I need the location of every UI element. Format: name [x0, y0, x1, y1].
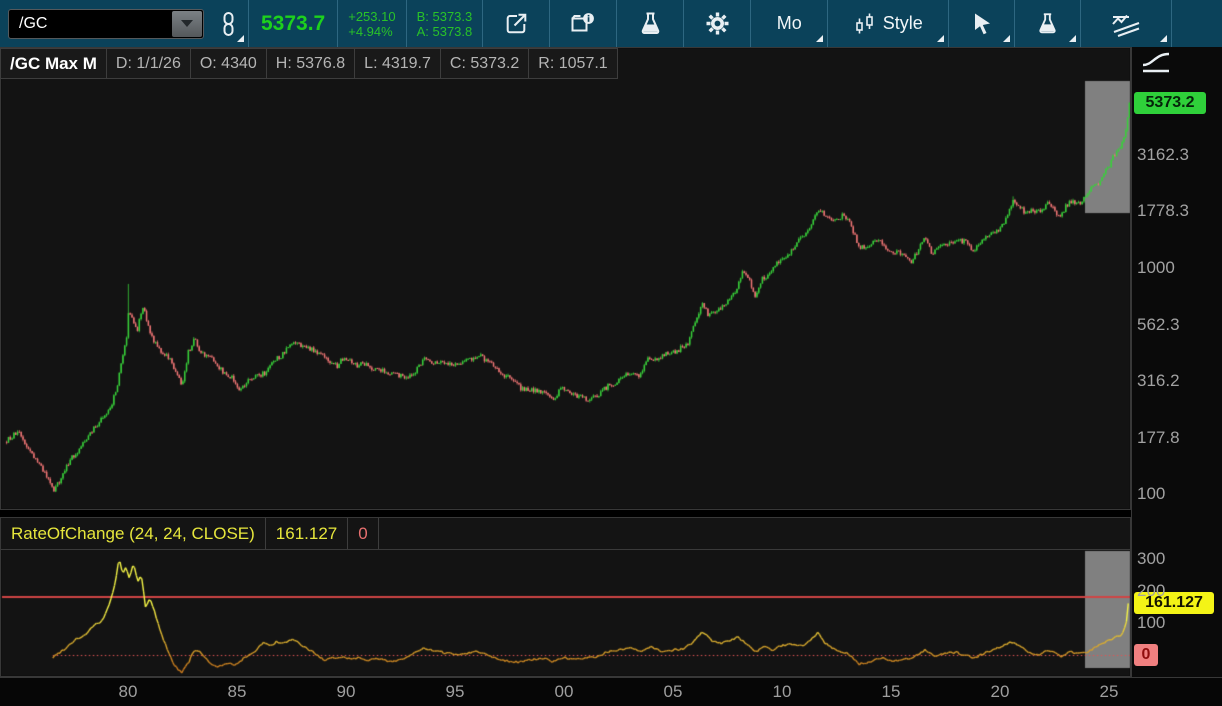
- price-axis-tick: 316.2: [1137, 371, 1180, 391]
- range-cell: R: 1057.1: [528, 48, 617, 79]
- date-cell: D: 1/1/26: [106, 48, 191, 79]
- time-axis-tick: 00: [555, 682, 574, 702]
- style-button[interactable]: Style: [828, 0, 948, 47]
- flask-icon: [637, 10, 664, 37]
- drawings-icon: [1109, 10, 1143, 38]
- price-axis-tick: 1000: [1137, 258, 1175, 278]
- percent-change: +4.94%: [348, 24, 395, 39]
- study-title[interactable]: RateOfChange (24, 24, CLOSE): [1, 518, 266, 549]
- study-value-cell: 161.127: [266, 518, 348, 549]
- timeframe-button[interactable]: Mo: [751, 0, 827, 47]
- study-axis-tick: 300: [1137, 549, 1165, 569]
- price-axis-tick: 177.8: [1137, 428, 1180, 448]
- symbol-input[interactable]: /GC: [9, 15, 47, 33]
- time-axis-tick: 85: [228, 682, 247, 702]
- share-icon: [503, 10, 530, 37]
- cursor-arrow-icon: [969, 11, 995, 37]
- time-axis-tick: 20: [991, 682, 1010, 702]
- style-label: Style: [883, 13, 923, 34]
- ask-price: A: 5373.8: [417, 24, 473, 39]
- corner-dropdown-marker: [937, 35, 944, 42]
- close-cell: C: 5373.2: [440, 48, 529, 79]
- time-axis-tick: 25: [1100, 682, 1119, 702]
- top-toolbar: /GC 5373.7 +253.10 +4.94% B: 5373.3 A: 5…: [0, 0, 1222, 47]
- change-group: +253.10 +4.94%: [338, 9, 405, 39]
- candlestick-icon: [854, 12, 876, 36]
- price-and-study-chart[interactable]: [0, 0, 1222, 706]
- time-axis[interactable]: 80 85 90 95 00 05 10 15 20 25: [0, 677, 1222, 706]
- price-axis-tick: 3162.3: [1137, 145, 1189, 165]
- link-charts-button[interactable]: [208, 0, 248, 47]
- timeframe-label: Mo: [777, 13, 802, 34]
- time-axis-tick: 95: [446, 682, 465, 702]
- symbol-dropdown-button[interactable]: [172, 11, 202, 37]
- cursor-tool-button[interactable]: [949, 0, 1014, 47]
- corner-dropdown-marker: [1003, 35, 1010, 42]
- corner-dropdown-marker: [1160, 35, 1167, 42]
- analyze-flask-button[interactable]: [617, 0, 683, 47]
- chart-title: /GC Max M: [0, 48, 107, 79]
- price-axis-tick: 1778.3: [1137, 201, 1189, 221]
- time-axis-tick: 05: [664, 682, 683, 702]
- chart-describer-button[interactable]: [550, 0, 616, 47]
- high-cell: H: 5376.8: [266, 48, 355, 79]
- low-cell: L: 4319.7: [354, 48, 441, 79]
- price-panel-header: /GC Max M D: 1/1/26 O: 4340 H: 5376.8 L:…: [1, 48, 618, 79]
- zero-line-badge: 0: [1134, 644, 1158, 666]
- study-zero-cell: 0: [348, 518, 378, 549]
- log-scale-icon[interactable]: [1138, 50, 1180, 80]
- bid-price: B: 5373.3: [417, 9, 473, 24]
- toolbar-divider: [1171, 0, 1172, 47]
- share-button[interactable]: [483, 0, 549, 47]
- price-axis-tick: 562.3: [1137, 315, 1180, 335]
- last-price: 5373.7: [249, 12, 337, 36]
- corner-dropdown-marker: [816, 35, 823, 42]
- time-axis-tick: 10: [773, 682, 792, 702]
- link-icon: [216, 11, 240, 37]
- bid-ask-group: B: 5373.3 A: 5373.8: [407, 9, 483, 39]
- price-axis-gutter[interactable]: 5373.2 3162.31778.31000562.3316.2177.810…: [1131, 47, 1222, 677]
- corner-dropdown-marker: [1069, 35, 1076, 42]
- tests-flask-button[interactable]: [1015, 0, 1080, 47]
- study-panel-header: RateOfChange (24, 24, CLOSE) 161.127 0: [1, 518, 1130, 550]
- gear-icon: [704, 10, 731, 37]
- settings-button[interactable]: [684, 0, 750, 47]
- time-axis-tick: 80: [119, 682, 138, 702]
- study-axis-tick: 200: [1137, 581, 1165, 601]
- thinkorswim-chart-window: /GC 5373.7 +253.10 +4.94% B: 5373.3 A: 5…: [0, 0, 1222, 706]
- symbol-input-group[interactable]: /GC: [8, 9, 204, 39]
- price-axis-tick: 100: [1137, 484, 1165, 504]
- time-axis-tick: 15: [882, 682, 901, 702]
- time-axis-tick: 90: [337, 682, 356, 702]
- last-price-badge: 5373.2: [1134, 92, 1206, 114]
- flask-icon: [1035, 11, 1060, 36]
- open-cell: O: 4340: [190, 48, 267, 79]
- study-axis-tick: 100: [1137, 613, 1165, 633]
- news-info-icon: [569, 10, 597, 37]
- drawings-button[interactable]: [1081, 0, 1171, 47]
- net-change: +253.10: [348, 9, 395, 24]
- chevron-down-icon: [181, 20, 193, 27]
- corner-dropdown-marker: [237, 35, 244, 42]
